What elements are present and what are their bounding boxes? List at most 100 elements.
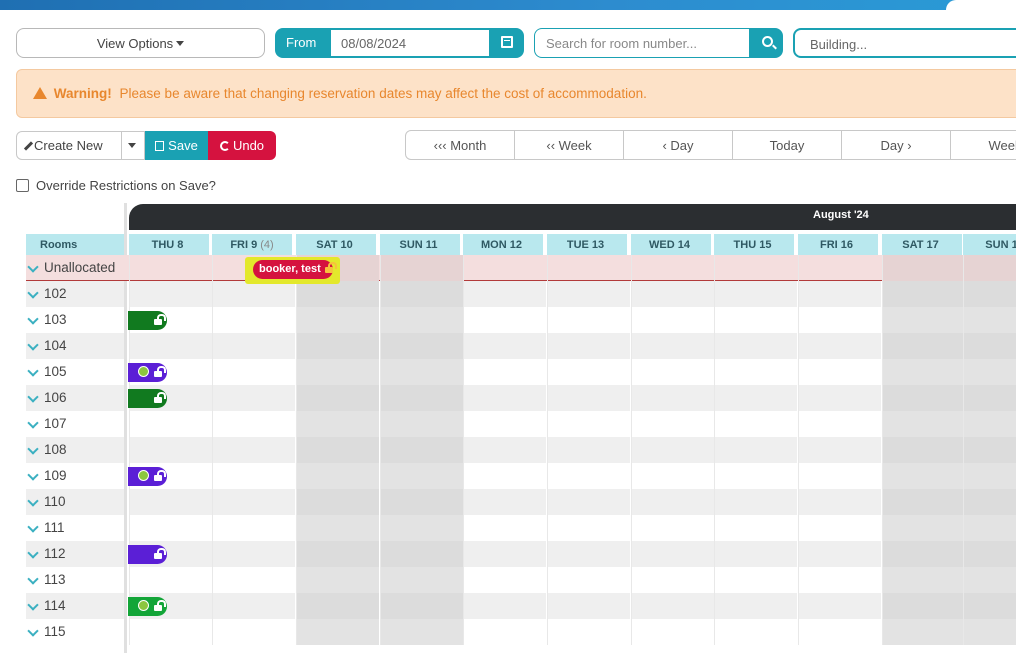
calendar-cell[interactable] xyxy=(129,619,212,645)
calendar-cell[interactable] xyxy=(547,437,630,463)
chevron-down-icon[interactable] xyxy=(27,625,39,637)
room-label[interactable]: 105 xyxy=(26,359,124,385)
calendar-cell[interactable] xyxy=(963,411,1016,437)
calendar-cell[interactable] xyxy=(463,255,546,281)
calendar-cell[interactable] xyxy=(380,515,463,541)
calendar-cell[interactable] xyxy=(212,593,295,619)
nav-week-back-button[interactable]: ‹‹ Week xyxy=(514,130,624,160)
room-search-input[interactable]: Search for room number... xyxy=(535,29,749,57)
calendar-cell[interactable] xyxy=(380,385,463,411)
room-label[interactable]: Unallocated xyxy=(26,255,124,281)
room-label[interactable]: 112 xyxy=(26,541,124,567)
calendar-cell[interactable] xyxy=(714,463,797,489)
calendar-cell[interactable] xyxy=(631,281,714,307)
calendar-cell[interactable] xyxy=(212,619,295,645)
calendar-cell[interactable] xyxy=(463,463,546,489)
calendar-cell[interactable] xyxy=(463,593,546,619)
calendar-cell[interactable] xyxy=(798,437,881,463)
calendar-cell[interactable] xyxy=(631,489,714,515)
calendar-cell[interactable] xyxy=(296,567,379,593)
calendar-cell[interactable] xyxy=(882,515,965,541)
room-label[interactable]: 103 xyxy=(26,307,124,333)
calendar-cell[interactable] xyxy=(380,619,463,645)
calendar-cell[interactable] xyxy=(212,437,295,463)
unlock-icon[interactable] xyxy=(325,262,337,273)
chevron-down-icon[interactable] xyxy=(27,469,39,481)
calendar-cell[interactable] xyxy=(380,307,463,333)
calendar-cell[interactable] xyxy=(882,463,965,489)
calendar-cell[interactable] xyxy=(296,307,379,333)
calendar-cell[interactable] xyxy=(714,593,797,619)
calendar-cell[interactable] xyxy=(547,333,630,359)
calendar-cell[interactable] xyxy=(296,281,379,307)
calendar-cell[interactable] xyxy=(547,515,630,541)
calendar-cell[interactable] xyxy=(463,515,546,541)
calendar-cell[interactable] xyxy=(798,541,881,567)
calendar-cell[interactable] xyxy=(463,567,546,593)
nav-today-button[interactable]: Today xyxy=(732,130,842,160)
calendar-cell[interactable] xyxy=(212,307,295,333)
calendar-cell[interactable] xyxy=(798,333,881,359)
booking-bar[interactable] xyxy=(128,597,167,616)
calendar-cell[interactable] xyxy=(380,255,463,281)
calendar-cell[interactable] xyxy=(798,307,881,333)
calendar-cell[interactable] xyxy=(547,411,630,437)
room-label[interactable]: 114 xyxy=(26,593,124,619)
chevron-down-icon[interactable] xyxy=(27,261,39,273)
calendar-cell[interactable] xyxy=(547,255,630,281)
calendar-cell[interactable] xyxy=(882,489,965,515)
calendar-cell[interactable] xyxy=(882,333,965,359)
calendar-cell[interactable] xyxy=(296,541,379,567)
calendar-cell[interactable] xyxy=(963,333,1016,359)
calendar-cell[interactable] xyxy=(547,307,630,333)
calendar-cell[interactable] xyxy=(296,411,379,437)
calendar-cell[interactable] xyxy=(714,515,797,541)
calendar-cell[interactable] xyxy=(296,489,379,515)
calendar-cell[interactable] xyxy=(714,385,797,411)
calendar-cell[interactable] xyxy=(963,307,1016,333)
calendar-cell[interactable] xyxy=(963,255,1016,281)
chevron-down-icon[interactable] xyxy=(27,365,39,377)
calendar-cell[interactable] xyxy=(963,541,1016,567)
chevron-down-icon[interactable] xyxy=(27,599,39,611)
save-button[interactable]: Save xyxy=(145,131,208,160)
nav-day-back-button[interactable]: ‹ Day xyxy=(623,130,733,160)
calendar-cell[interactable] xyxy=(882,281,965,307)
calendar-cell[interactable] xyxy=(631,307,714,333)
calendar-cell[interactable] xyxy=(798,281,881,307)
calendar-cell[interactable] xyxy=(882,411,965,437)
calendar-cell[interactable] xyxy=(714,359,797,385)
calendar-cell[interactable] xyxy=(129,489,212,515)
chevron-down-icon[interactable] xyxy=(27,391,39,403)
calendar-cell[interactable] xyxy=(296,593,379,619)
calendar-cell[interactable] xyxy=(631,515,714,541)
chevron-down-icon[interactable] xyxy=(27,495,39,507)
create-dropdown-toggle[interactable] xyxy=(128,143,136,148)
calendar-cell[interactable] xyxy=(882,385,965,411)
unlock-icon[interactable] xyxy=(154,548,166,559)
calendar-cell[interactable] xyxy=(212,359,295,385)
calendar-cell[interactable] xyxy=(463,307,546,333)
calendar-cell[interactable] xyxy=(212,567,295,593)
calendar-cell[interactable] xyxy=(963,567,1016,593)
calendar-cell[interactable] xyxy=(463,489,546,515)
calendar-cell[interactable] xyxy=(129,255,212,281)
calendar-cell[interactable] xyxy=(547,541,630,567)
calendar-cell[interactable] xyxy=(631,255,714,281)
calendar-cell[interactable] xyxy=(631,359,714,385)
nav-day-forward-button[interactable]: Day › xyxy=(841,130,951,160)
booking-bar[interactable] xyxy=(128,389,167,408)
calendar-cell[interactable] xyxy=(463,385,546,411)
calendar-cell[interactable] xyxy=(296,463,379,489)
calendar-cell[interactable] xyxy=(714,489,797,515)
calendar-cell[interactable] xyxy=(380,411,463,437)
room-label[interactable]: 115 xyxy=(26,619,124,645)
calendar-cell[interactable] xyxy=(631,411,714,437)
calendar-cell[interactable] xyxy=(714,567,797,593)
calendar-cell[interactable] xyxy=(963,515,1016,541)
calendar-cell[interactable] xyxy=(463,411,546,437)
calendar-cell[interactable] xyxy=(380,463,463,489)
calendar-cell[interactable] xyxy=(798,411,881,437)
override-restrictions[interactable]: Override Restrictions on Save? xyxy=(16,178,216,193)
calendar-cell[interactable] xyxy=(963,593,1016,619)
